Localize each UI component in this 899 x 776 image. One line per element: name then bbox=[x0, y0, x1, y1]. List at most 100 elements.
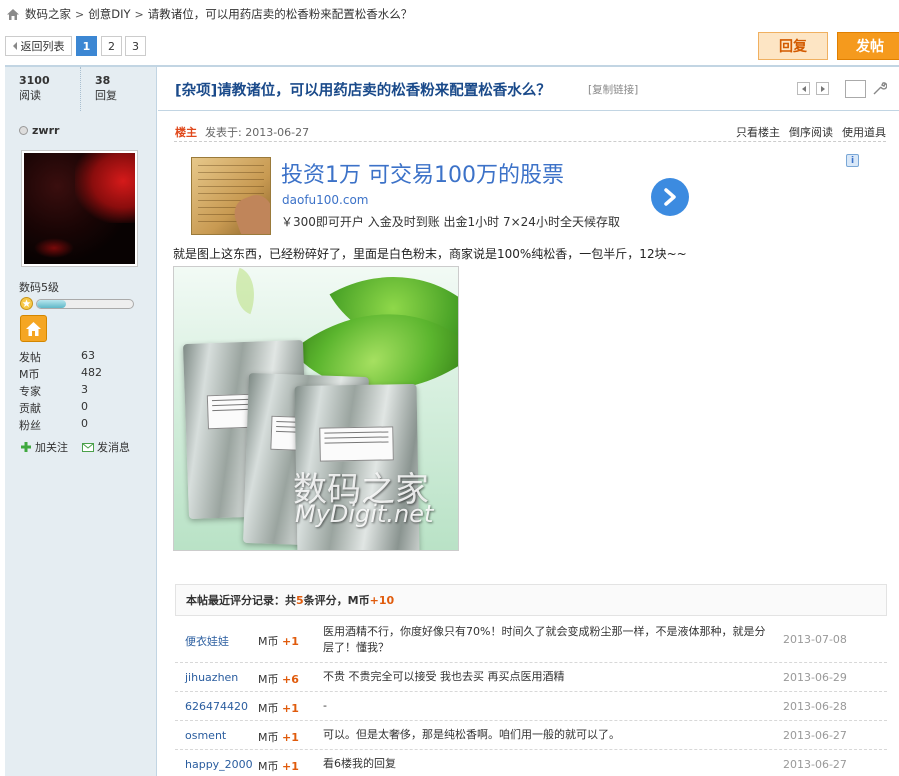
ad-url[interactable]: daofu100.com bbox=[282, 193, 369, 207]
stat-value: 63 bbox=[81, 349, 95, 362]
message-button[interactable]: 发消息 bbox=[82, 439, 130, 455]
rating-score: M币 +1 bbox=[258, 760, 299, 773]
watermark-en: MyDigit.net bbox=[295, 500, 434, 528]
select-checkbox[interactable] bbox=[845, 80, 866, 98]
level-progress-fill bbox=[37, 300, 66, 308]
views-stat: 3100 阅读 bbox=[5, 67, 81, 111]
user-home-button[interactable] bbox=[20, 315, 47, 342]
author-name-label: zwrr bbox=[32, 124, 60, 137]
rating-user[interactable]: osment bbox=[185, 729, 226, 742]
author-name[interactable]: zwrr bbox=[19, 124, 59, 137]
stat-label: M币 bbox=[19, 368, 40, 381]
stat-row-fans: 粉丝 0 bbox=[19, 417, 139, 433]
star-icon bbox=[20, 297, 33, 310]
views-count: 3100 bbox=[19, 74, 50, 87]
follow-button[interactable]: 加关注 bbox=[20, 439, 68, 455]
stat-row-expert: 专家 3 bbox=[19, 383, 139, 399]
stat-value: 482 bbox=[81, 366, 102, 379]
home-icon[interactable] bbox=[6, 8, 20, 21]
rating-comment: 可以。但是太奢侈，那是纯松香啊。咱们用一般的就可以了。 bbox=[323, 728, 620, 741]
ad-image[interactable] bbox=[191, 157, 271, 235]
stat-row-posts: 发帖 63 bbox=[19, 349, 139, 365]
rating-user[interactable]: 便衣娃娃 bbox=[185, 633, 229, 649]
rating-comment: 不贵 不贵完全可以接受 我也去买 再买点医用酒精 bbox=[323, 670, 565, 683]
breadcrumb-thread[interactable]: 请教诸位，可以用药店卖的松香粉来配置松香水么？ bbox=[148, 6, 413, 22]
message-label: 发消息 bbox=[97, 441, 130, 454]
ad-description: ￥300即可开户 入金及时到账 出金1小时 7×24小时全天候存取 bbox=[281, 215, 620, 229]
rating-score: M币 +6 bbox=[258, 673, 299, 686]
stat-label: 粉丝 bbox=[19, 419, 41, 432]
wrench-icon[interactable] bbox=[871, 80, 887, 96]
breadcrumb-separator: > bbox=[75, 7, 85, 21]
rating-comment: 看6楼我的回复 bbox=[323, 757, 396, 770]
ad-title[interactable]: 投资1万 可交易100万的股票 bbox=[281, 157, 564, 189]
thread-title[interactable]: [杂项]请教诸位，可以用药店卖的松香粉来配置松香水么？ bbox=[175, 79, 551, 100]
rating-score: M币 +1 bbox=[258, 731, 299, 744]
only-op-link[interactable]: 只看楼主 bbox=[736, 124, 780, 140]
rating-row: 626474420 M币 +1 - 2013-06-28 bbox=[175, 692, 887, 721]
replies-stat: 38 回复 bbox=[81, 67, 157, 111]
rating-user[interactable]: 626474420 bbox=[185, 700, 248, 713]
copy-link-button[interactable]: [复制链接] bbox=[588, 82, 638, 97]
chevron-right-icon bbox=[664, 188, 676, 206]
reverse-order-link[interactable]: 倒序阅读 bbox=[789, 124, 833, 140]
avatar[interactable] bbox=[21, 150, 138, 267]
prev-thread-button[interactable] bbox=[797, 82, 810, 95]
house-icon bbox=[26, 321, 41, 336]
rating-total: +10 bbox=[369, 593, 395, 607]
ad-info-icon[interactable]: i bbox=[846, 154, 859, 167]
breadcrumb-separator: > bbox=[134, 7, 144, 21]
follow-label: 加关注 bbox=[35, 441, 68, 454]
new-post-button[interactable]: 发帖 bbox=[837, 32, 899, 60]
arrow-left-icon bbox=[801, 85, 806, 92]
rating-score: M币 +1 bbox=[258, 635, 299, 648]
stat-label: 发帖 bbox=[19, 351, 41, 364]
page-3-button[interactable]: 3 bbox=[125, 36, 146, 56]
stat-value: 3 bbox=[81, 383, 88, 396]
rating-comment: 医用酒精不行，你度好像只有70%！时间久了就会变成粉尘那一样，不是液体那种，就是… bbox=[323, 625, 766, 654]
post-body-text: 就是图上这东西，已经粉碎好了，里面是白色粉末，商家说是100%纯松香，一包半斤，… bbox=[173, 247, 687, 261]
breadcrumb-home[interactable]: 数码之家 bbox=[25, 6, 71, 22]
page-2-button[interactable]: 2 bbox=[101, 36, 122, 56]
rating-row: happy_2000 M币 +1 看6楼我的回复 2013-06-27 bbox=[175, 750, 887, 776]
op-badge: 楼主 bbox=[175, 126, 197, 139]
rating-date: 2013-06-27 bbox=[783, 758, 847, 771]
rating-count: 5 bbox=[296, 593, 304, 607]
level-progress-bar bbox=[36, 299, 134, 309]
post-options: 只看楼主 倒序阅读 使用道具 bbox=[736, 124, 886, 140]
divider bbox=[174, 141, 886, 142]
reply-button[interactable]: 回复 bbox=[758, 32, 828, 60]
rating-head-mid: 条评分，M币 bbox=[303, 594, 370, 607]
back-to-list-label: 返回列表 bbox=[20, 40, 65, 53]
rating-summary: 本帖最近评分记录：共 5 条评分，M币 +10 bbox=[175, 584, 887, 616]
use-item-link[interactable]: 使用道具 bbox=[842, 124, 886, 140]
stat-label: 贡献 bbox=[19, 402, 41, 415]
rating-row: jihuazhen M币 +6 不贵 不贵完全可以接受 我也去买 再买点医用酒精… bbox=[175, 663, 887, 692]
rating-row: osment M币 +1 可以。但是太奢侈，那是纯松香啊。咱们用一般的就可以了。… bbox=[175, 721, 887, 750]
avatar-image bbox=[24, 153, 135, 264]
stat-row-mcoin: M币 482 bbox=[19, 366, 139, 382]
rating-date: 2013-06-28 bbox=[783, 700, 847, 713]
replies-label: 回复 bbox=[95, 89, 117, 102]
thread-stats: 3100 阅读 38 回复 bbox=[5, 67, 157, 111]
rating-user[interactable]: happy_2000 bbox=[185, 758, 253, 771]
user-level: 数码5级 bbox=[19, 281, 59, 294]
envelope-icon bbox=[82, 443, 94, 452]
rating-date: 2013-06-27 bbox=[783, 729, 847, 742]
rating-head-prefix: 本帖最近评分记录：共 bbox=[186, 594, 296, 607]
chevron-left-icon bbox=[12, 42, 17, 50]
ad-go-button[interactable] bbox=[651, 178, 689, 216]
replies-count: 38 bbox=[95, 74, 111, 87]
rating-user[interactable]: jihuazhen bbox=[185, 671, 238, 684]
breadcrumb: 数码之家 > 创意DIY > 请教诸位，可以用药店卖的松香粉来配置松香水么？ bbox=[6, 6, 412, 22]
breadcrumb-forum[interactable]: 创意DIY bbox=[88, 6, 130, 22]
arrow-right-icon bbox=[820, 85, 825, 92]
views-label: 阅读 bbox=[19, 89, 41, 102]
rating-comment: - bbox=[323, 699, 327, 712]
rating-date: 2013-07-08 bbox=[783, 633, 847, 646]
post-date: 发表于: 2013-06-27 bbox=[205, 126, 310, 139]
page-1-button[interactable]: 1 bbox=[76, 36, 97, 56]
stat-value: 0 bbox=[81, 417, 88, 430]
next-thread-button[interactable] bbox=[816, 82, 829, 95]
back-to-list-button[interactable]: 返回列表 bbox=[5, 36, 72, 56]
